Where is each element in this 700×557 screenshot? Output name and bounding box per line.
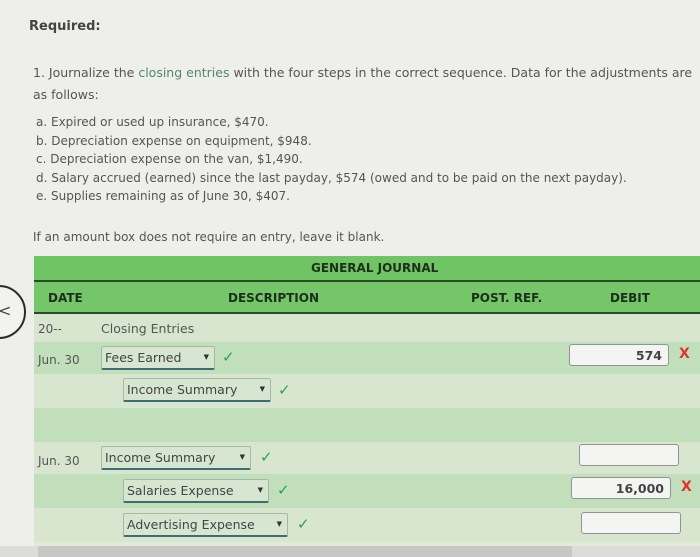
instruction-text: 1. Journalize the closing entries with t… bbox=[33, 62, 693, 106]
account-select[interactable]: Fees Earned ▼ bbox=[101, 346, 215, 370]
adjustment-item: b. Depreciation expense on equipment, $9… bbox=[36, 133, 312, 148]
incorrect-x-icon: X bbox=[681, 479, 692, 495]
correct-check-icon: ✓ bbox=[277, 481, 290, 499]
account-value: Advertising Expense bbox=[127, 517, 255, 532]
table-row bbox=[34, 408, 700, 442]
table-row: Advertising Expense ▼ ✓ bbox=[34, 508, 700, 542]
incorrect-x-icon: X bbox=[679, 346, 690, 362]
col-debit: DEBIT bbox=[610, 291, 650, 305]
account-select[interactable]: Advertising Expense ▼ bbox=[123, 513, 288, 537]
instruction-prefix: 1. Journalize the bbox=[33, 65, 139, 80]
dropdown-arrow-icon: ▼ bbox=[203, 353, 209, 361]
debit-input[interactable]: 574 bbox=[569, 344, 669, 366]
correct-check-icon: ✓ bbox=[297, 515, 310, 533]
account-value: Salaries Expense bbox=[127, 483, 234, 498]
general-journal: GENERAL JOURNAL DATE DESCRIPTION POST. R… bbox=[34, 256, 700, 546]
correct-check-icon: ✓ bbox=[222, 348, 235, 366]
adjustment-item: e. Supplies remaining as of June 30, $40… bbox=[36, 189, 290, 203]
account-value: Income Summary bbox=[105, 450, 216, 465]
required-heading: Required: bbox=[29, 19, 101, 34]
journal-column-headers: DATE DESCRIPTION POST. REF. DEBIT bbox=[34, 282, 700, 314]
row-date: Jun. 30 bbox=[38, 353, 80, 367]
account-value: Fees Earned bbox=[105, 350, 182, 365]
account-value: Income Summary bbox=[127, 382, 238, 397]
table-row: Salaries Expense ▼ ✓ 16,000 X bbox=[34, 474, 700, 508]
dropdown-arrow-icon: ▼ bbox=[276, 520, 282, 528]
adjustments-list: a. Expired or used up insurance, $470. b… bbox=[36, 113, 627, 206]
dropdown-arrow-icon: ▼ bbox=[257, 486, 263, 494]
account-select[interactable]: Salaries Expense ▼ bbox=[123, 479, 269, 503]
correct-check-icon: ✓ bbox=[260, 448, 273, 466]
account-select[interactable]: Income Summary ▼ bbox=[101, 446, 251, 470]
debit-input[interactable] bbox=[579, 444, 679, 466]
back-button[interactable]: < bbox=[0, 285, 26, 339]
table-row: Jun. 30 Income Summary ▼ ✓ bbox=[34, 442, 700, 474]
col-date: DATE bbox=[48, 291, 83, 305]
adjustment-item: d. Salary accrued (earned) since the las… bbox=[36, 170, 627, 185]
year-label: 20-- bbox=[38, 322, 62, 336]
journal-title-bar: GENERAL JOURNAL bbox=[34, 256, 700, 282]
chevron-left-icon: < bbox=[0, 301, 12, 320]
account-select[interactable]: Income Summary ▼ bbox=[123, 378, 271, 402]
closing-entries-link[interactable]: closing entries bbox=[138, 65, 229, 80]
blank-note: If an amount box does not require an ent… bbox=[33, 230, 385, 244]
col-description: DESCRIPTION bbox=[228, 291, 320, 305]
debit-input[interactable] bbox=[581, 512, 681, 534]
table-row: Jun. 30 Fees Earned ▼ ✓ 574 X bbox=[34, 342, 700, 374]
dropdown-arrow-icon: ▼ bbox=[259, 385, 265, 393]
adjustment-item: c. Depreciation expense on the van, $1,4… bbox=[36, 152, 303, 166]
table-row: Income Summary ▼ ✓ bbox=[34, 374, 700, 408]
closing-entries-label: Closing Entries bbox=[101, 321, 195, 336]
horizontal-scrollbar[interactable] bbox=[0, 546, 700, 557]
row-date: Jun. 30 bbox=[38, 454, 80, 468]
dropdown-arrow-icon: ▼ bbox=[239, 453, 245, 461]
col-post-ref: POST. REF. bbox=[471, 291, 543, 305]
adjustment-item: a. Expired or used up insurance, $470. bbox=[36, 115, 269, 129]
year-row: 20-- Closing Entries bbox=[34, 314, 700, 342]
correct-check-icon: ✓ bbox=[278, 381, 291, 399]
debit-input[interactable]: 16,000 bbox=[571, 477, 671, 499]
scrollbar-thumb[interactable] bbox=[38, 546, 572, 557]
journal-title: GENERAL JOURNAL bbox=[311, 261, 439, 275]
